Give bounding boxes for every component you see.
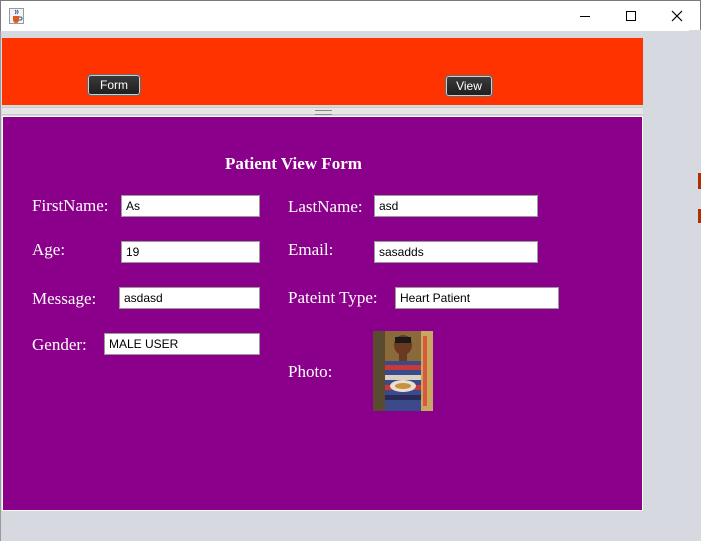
message-field[interactable]: [119, 287, 260, 309]
gender-label: Gender:: [32, 335, 87, 354]
email-label: Email:: [288, 240, 334, 259]
last-name-field[interactable]: [374, 195, 538, 217]
last-name-label: LastName:: [288, 197, 363, 216]
message-label: Message:: [32, 289, 97, 308]
patient-type-field[interactable]: [395, 287, 559, 309]
form-button[interactable]: Form: [87, 74, 141, 96]
patient-view-panel: Patient View Form FirstName: LastName: A…: [2, 116, 643, 511]
java-cup-icon: [9, 8, 24, 24]
minimize-icon: [580, 16, 590, 17]
nav-panel: Form View: [2, 38, 643, 105]
page-title: Patient View Form: [225, 154, 362, 173]
title-bar[interactable]: [0, 0, 701, 31]
view-button[interactable]: View: [445, 75, 493, 97]
email-field[interactable]: [374, 241, 538, 263]
right-edge: [689, 30, 701, 541]
age-label: Age:: [32, 240, 66, 259]
first-name-label: FirstName:: [32, 196, 109, 215]
gender-field[interactable]: [104, 333, 260, 355]
patient-photo: [373, 331, 433, 411]
photo-label: Photo:: [288, 362, 333, 381]
minimize-button[interactable]: [562, 1, 608, 31]
close-button[interactable]: [654, 1, 700, 31]
first-name-field[interactable]: [121, 195, 260, 217]
split-divider[interactable]: [2, 107, 643, 115]
divider-grip-icon[interactable]: [315, 110, 332, 115]
maximize-icon: [626, 11, 636, 21]
close-icon: [671, 10, 683, 22]
age-field[interactable]: [121, 241, 260, 263]
maximize-button[interactable]: [608, 1, 654, 31]
patient-type-label: Pateint Type:: [288, 288, 378, 307]
